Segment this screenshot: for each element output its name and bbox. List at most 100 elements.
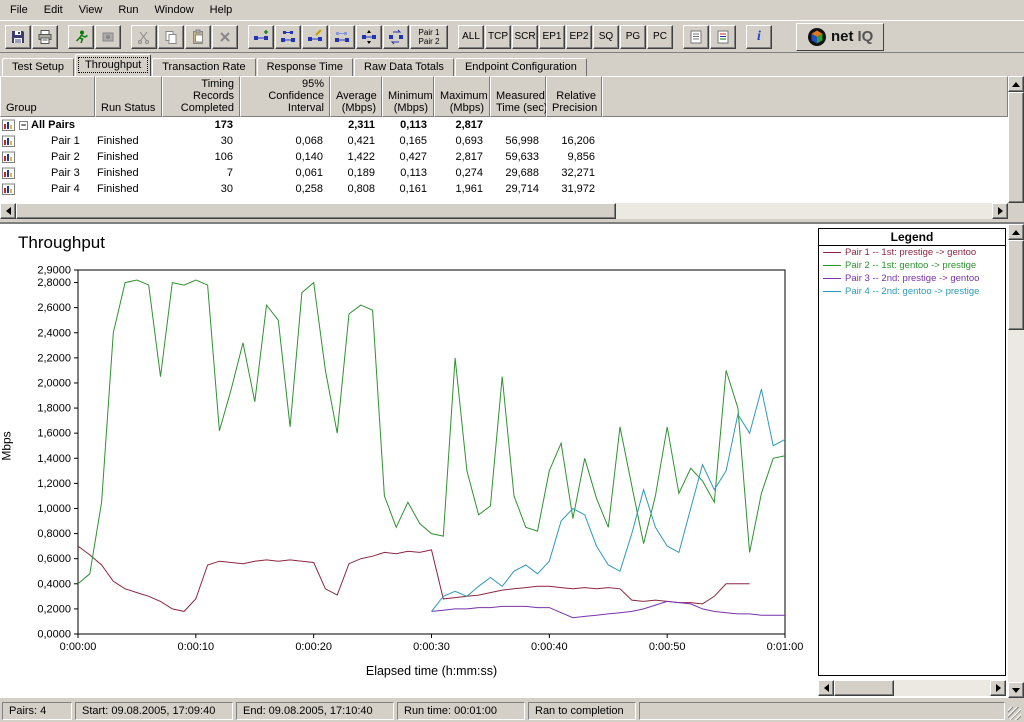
y-tick-label: 1,2000: [37, 478, 71, 490]
filter-button-pg[interactable]: PG: [620, 25, 646, 49]
ci-cell: 0,068: [240, 135, 330, 147]
down-arrow-icon: [1012, 688, 1020, 693]
stop-test-button[interactable]: [95, 25, 121, 49]
filter-button-sq[interactable]: SQ: [593, 25, 619, 49]
pane-scroll-track-space[interactable]: [1008, 330, 1024, 682]
menu-item-help[interactable]: Help: [202, 1, 241, 19]
pane-scroll-up-button[interactable]: [1008, 224, 1024, 240]
column-header-min[interactable]: Minimum(Mbps): [382, 76, 434, 117]
color-report-view-button[interactable]: [710, 25, 736, 49]
column-header-max[interactable]: Maximum(Mbps): [434, 76, 490, 117]
avg-cell: 0,189: [330, 167, 382, 179]
application-window: FileEditViewRunWindowHelp: [0, 0, 1024, 722]
menu-item-run[interactable]: Run: [110, 1, 146, 19]
column-header-group[interactable]: Group: [0, 76, 95, 117]
run-test-button[interactable]: [68, 25, 94, 49]
table-row-all-pairs[interactable]: −All Pairs1732,3110,1132,817: [0, 117, 1008, 133]
tab-transaction-rate[interactable]: Transaction Rate: [152, 58, 255, 76]
filter-button-ep1[interactable]: EP1: [539, 25, 565, 49]
pair-visibility-button[interactable]: Pair 1 Pair 2: [410, 25, 448, 49]
filter-button-ep2[interactable]: EP2: [566, 25, 592, 49]
plot-area: [78, 270, 785, 634]
filter-button-all[interactable]: ALL: [458, 25, 484, 49]
column-header-ci[interactable]: 95% ConfidenceInterval: [240, 76, 330, 117]
timing-cell: 30: [162, 135, 240, 147]
edit-pair-button[interactable]: [302, 25, 328, 49]
legend-entry-pair-3: Pair 3 -- 2nd: prestige -> gentoo: [819, 272, 1005, 285]
group-cell: Pair 3: [0, 167, 95, 179]
menu-item-file[interactable]: File: [2, 1, 36, 19]
save-button[interactable]: [5, 25, 31, 49]
add-pair-button[interactable]: [248, 25, 274, 49]
prec-cell: 32,271: [546, 167, 602, 179]
copy-button[interactable]: [158, 25, 184, 49]
paste-button[interactable]: [185, 25, 211, 49]
collapse-expander[interactable]: −: [19, 121, 28, 130]
group-label: All Pairs: [31, 119, 75, 131]
floppy-icon: [10, 29, 26, 45]
menu-item-edit[interactable]: Edit: [36, 1, 71, 19]
column-header-timing[interactable]: Timing RecordsCompleted: [162, 76, 240, 117]
run-status-cell: Finished: [95, 167, 162, 179]
reorder-pairs-button[interactable]: [356, 25, 382, 49]
filter-button-pc[interactable]: PC: [647, 25, 673, 49]
scroll-right-button[interactable]: [992, 203, 1008, 219]
menu-item-window[interactable]: Window: [147, 1, 202, 19]
table-row-pair-2[interactable]: Pair 2Finished1060,1401,4220,4272,81759,…: [0, 149, 1008, 165]
swap-endpoints-button[interactable]: [383, 25, 409, 49]
pane-vertical-thumb[interactable]: [1008, 240, 1024, 330]
legend-scroll-left-button[interactable]: [818, 680, 834, 696]
scroll-left-button[interactable]: [0, 203, 16, 219]
filter-button-tcp[interactable]: TCP: [485, 25, 511, 49]
scroll-up-button[interactable]: [1008, 76, 1024, 92]
pane-vertical-scrollbar[interactable]: [1008, 224, 1024, 698]
table-row-pair-3[interactable]: Pair 3Finished70,0610,1890,1130,27429,68…: [0, 165, 1008, 181]
tab-test-setup[interactable]: Test Setup: [2, 58, 74, 76]
scroll-track-space[interactable]: [616, 203, 992, 219]
scissors-icon: [136, 29, 152, 45]
table-horizontal-scrollbar[interactable]: [0, 203, 1008, 219]
legend-entry-pair-2: Pair 2 -- 1st: gentoo -> prestige: [819, 259, 1005, 272]
add-group-button[interactable]: [275, 25, 301, 49]
resize-grip[interactable]: [1008, 707, 1021, 720]
pane-scroll-down-button[interactable]: [1008, 682, 1024, 698]
status-cell-5: Ran to completion: [528, 702, 636, 720]
replicate-pair-button[interactable]: [329, 25, 355, 49]
menu-item-view[interactable]: View: [71, 1, 111, 19]
left-arrow-icon: [6, 207, 11, 215]
status-cell-4: Run time: 00:01:00: [397, 702, 525, 720]
header-line1: Minimum: [388, 90, 428, 102]
y-tick-label: 2,4000: [37, 327, 71, 339]
copy-icon: [163, 29, 179, 45]
column-header-prec[interactable]: RelativePrecision: [546, 76, 602, 117]
y-tick-label: 2,2000: [37, 352, 71, 364]
table-vertical-scrollbar[interactable]: [1008, 76, 1024, 219]
legend-horizontal-thumb[interactable]: [834, 680, 894, 696]
pair-chart-icon: [2, 135, 15, 147]
legend-scroll-right-button[interactable]: [990, 680, 1006, 696]
tab-response-time[interactable]: Response Time: [257, 58, 353, 76]
legend-horizontal-scrollbar[interactable]: [818, 680, 1006, 696]
table-row-pair-4[interactable]: Pair 4Finished300,2580,8080,1611,96129,7…: [0, 181, 1008, 197]
vertical-scroll-thumb[interactable]: [1008, 92, 1024, 203]
tab-throughput[interactable]: Throughput: [75, 54, 151, 76]
up-arrow-icon: [1012, 82, 1020, 87]
report-view-button[interactable]: [683, 25, 709, 49]
tab-raw-data-totals[interactable]: Raw Data Totals: [354, 58, 454, 76]
delete-button[interactable]: [212, 25, 238, 49]
run-status-cell: Finished: [95, 135, 162, 147]
tab-endpoint-configuration[interactable]: Endpoint Configuration: [455, 58, 587, 76]
netiq-logo: netIQ: [796, 23, 884, 51]
replicate-pair-icon: [334, 29, 350, 45]
print-button[interactable]: [32, 25, 58, 49]
column-header-time[interactable]: MeasuredTime (sec): [490, 76, 546, 117]
column-header-run_status[interactable]: Run Status: [95, 76, 162, 117]
column-header-avg[interactable]: Average(Mbps): [330, 76, 382, 117]
legend-scroll-track-space[interactable]: [894, 680, 990, 696]
horizontal-scroll-thumb[interactable]: [16, 203, 616, 219]
x-tick-label: 0:00:30: [413, 641, 450, 653]
info-button[interactable]: i: [746, 25, 772, 49]
filter-button-scr[interactable]: SCR: [512, 25, 538, 49]
cut-button[interactable]: [131, 25, 157, 49]
table-row-pair-1[interactable]: Pair 1Finished300,0680,4210,1650,69356,9…: [0, 133, 1008, 149]
